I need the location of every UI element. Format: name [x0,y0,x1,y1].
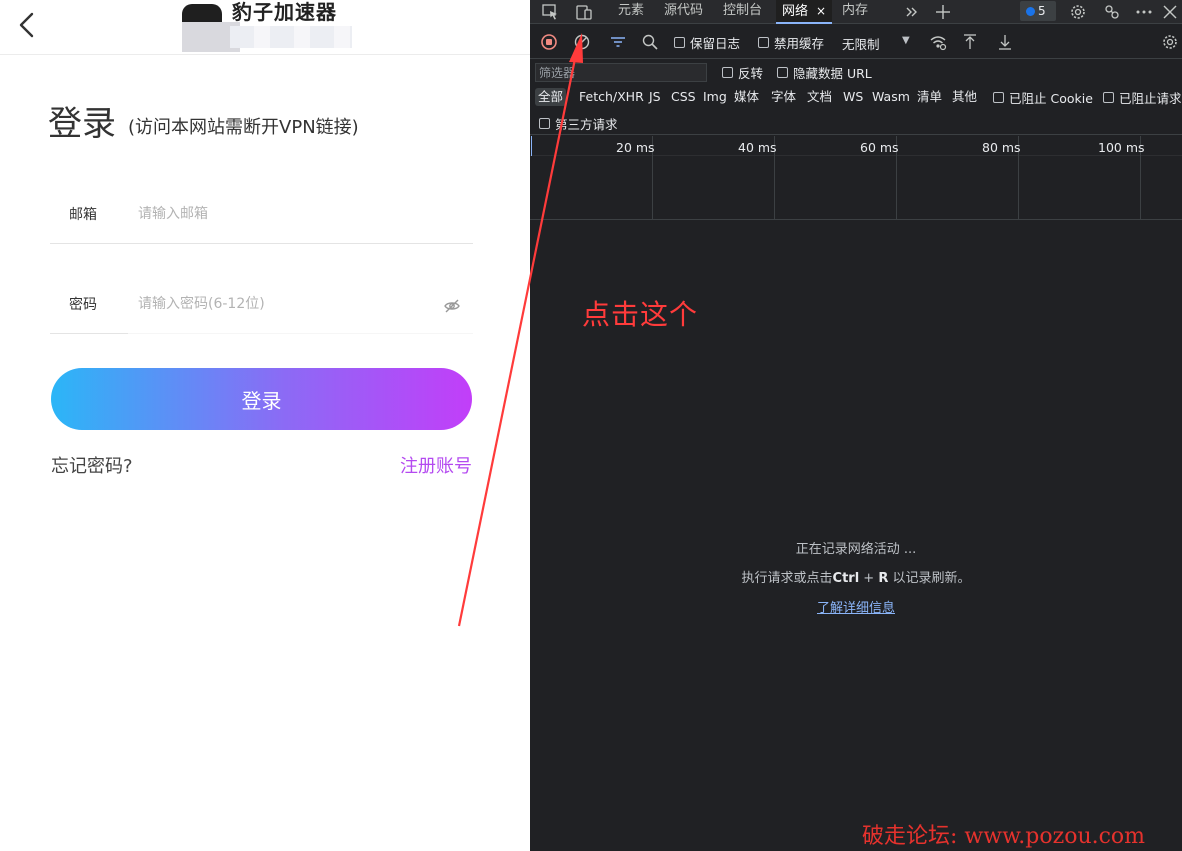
email-label: 邮箱 [69,207,97,223]
inspect-element-icon[interactable] [540,2,560,22]
email-row: 邮箱 [50,188,473,244]
timeline-tick: 60 ms [860,140,899,155]
input-underline [128,333,473,334]
invert-checkbox[interactable]: 反转 [722,64,763,81]
input-underline [50,333,128,334]
devtools-panel: 元素 源代码 控制台 网络 × 内存 5 保留日志 禁用缓存 无限制 ▼ 筛选器… [530,0,1182,851]
tab-console[interactable]: 控制台 [723,0,762,24]
shortcut-key: R [878,571,889,586]
filter-input[interactable] [535,63,707,82]
blocked-requests-checkbox[interactable]: 已阻止请求 [1103,89,1182,106]
type-filter-manifest[interactable]: 清单 [914,88,945,106]
timeline-cursor [531,136,532,156]
app-header: 豹子加速器 [0,0,530,55]
issues-count: 5 [1038,4,1046,18]
blocked-cookies-checkbox[interactable]: 已阻止 Cookie [993,89,1093,106]
type-filter-wasm[interactable]: Wasm [869,88,913,106]
third-party-row: 第三方请求 [530,111,1182,135]
close-icon[interactable]: × [816,4,826,18]
network-settings-gear-icon[interactable] [1160,32,1180,52]
preserve-log-checkbox[interactable]: 保留日志 [674,34,740,51]
back-button[interactable] [14,8,40,42]
tab-memory[interactable]: 内存 [842,0,868,24]
chevron-left-icon [19,12,34,38]
clear-icon[interactable] [572,32,592,52]
network-conditions-icon[interactable] [928,32,948,52]
app-header-title: 豹子加速器 [232,0,337,22]
timeline-overview[interactable]: 20 ms 40 ms 60 ms 80 ms 100 ms [530,136,1182,220]
search-icon[interactable] [640,32,660,52]
tab-sources[interactable]: 源代码 [664,0,703,24]
more-tabs-icon[interactable] [902,2,922,22]
tab-network-label: 网络 [782,4,809,19]
import-har-icon[interactable] [960,32,980,52]
empty-state-recording: 正在记录网络活动 ... [795,542,917,557]
tab-network[interactable]: 网络 × [776,0,833,24]
login-button[interactable]: 登录 [51,368,472,430]
password-label: 密码 [69,297,97,313]
type-filter-font[interactable]: 字体 [768,88,799,106]
learn-more-row: 了解详细信息 [530,597,1182,616]
type-filter-doc[interactable]: 文档 [804,88,835,106]
email-input[interactable] [138,202,438,226]
timeline-tick: 100 ms [1098,140,1145,155]
export-har-icon[interactable] [995,32,1015,52]
password-input[interactable] [138,292,438,316]
register-link[interactable]: 注册账号 [400,452,472,478]
timeline-tick: 80 ms [982,140,1021,155]
type-filter-ws[interactable]: WS [840,88,866,106]
filter-row: 反转 隐藏数据 URL [530,60,1182,85]
password-row: 密码 [50,278,473,334]
filter-icon[interactable] [608,32,628,52]
gear-icon[interactable] [1068,2,1088,22]
hide-data-urls-checkbox[interactable]: 隐藏数据 URL [777,64,872,81]
more-options-icon[interactable] [1134,2,1154,22]
eye-off-icon[interactable] [443,297,461,315]
issues-icon [1026,7,1035,16]
issues-badge[interactable]: 5 [1020,1,1056,21]
type-filter-css[interactable]: CSS [668,88,699,106]
timeline-tick: 40 ms [738,140,777,155]
customize-icon[interactable] [1102,2,1122,22]
type-filter-all[interactable]: 全部 [535,88,567,106]
empty-state-hint: 执行请求或点击Ctrl + R 以记录刷新。 [741,571,971,586]
shortcut-key: Ctrl [832,571,860,586]
screenshot-root: 豹子加速器 登录 (访问本网站需断开VPN链接) 邮箱 密码 登录 忘记密码? … [0,0,1182,851]
type-filter-fetch-xhr[interactable]: Fetch/XHR [576,88,647,106]
annotation-callout: 点击这个 [582,298,699,331]
record-stop-icon[interactable] [539,32,559,52]
learn-more-link[interactable]: 了解详细信息 [817,601,895,616]
pixelated-mask [230,26,352,48]
network-toolbar: 保留日志 禁用缓存 无限制 ▼ [530,25,1182,59]
disable-cache-checkbox[interactable]: 禁用缓存 [758,34,824,51]
type-filter-media[interactable]: 媒体 [731,88,762,106]
device-toolbar-icon[interactable] [574,2,594,22]
add-tab-icon[interactable] [933,2,953,22]
devtools-tab-strip: 元素 源代码 控制台 网络 × 内存 5 [530,0,1182,24]
throttling-select[interactable]: 无限制 [842,34,880,53]
third-party-checkbox[interactable]: 第三方请求 [539,115,618,132]
type-filter-js[interactable]: JS [646,88,664,106]
watermark: 破走论坛: www.pozou.com [862,824,1146,849]
type-filter-other[interactable]: 其他 [949,88,980,106]
chevron-down-icon: ▼ [902,35,910,46]
resource-type-filters: 全部 Fetch/XHR JS CSS Img 媒体 字体 文档 WS Wasm… [530,86,1182,108]
type-filter-img[interactable]: Img [700,88,730,106]
login-subtitle: (访问本网站需断开VPN链接) [128,117,359,138]
tab-elements[interactable]: 元素 [618,0,644,24]
forgot-password-link[interactable]: 忘记密码? [51,452,133,478]
login-app: 豹子加速器 登录 (访问本网站需断开VPN链接) 邮箱 密码 登录 忘记密码? … [0,0,530,851]
login-title: 登录 [48,104,116,144]
timeline-tick: 20 ms [616,140,655,155]
close-devtools-icon[interactable] [1160,2,1180,22]
